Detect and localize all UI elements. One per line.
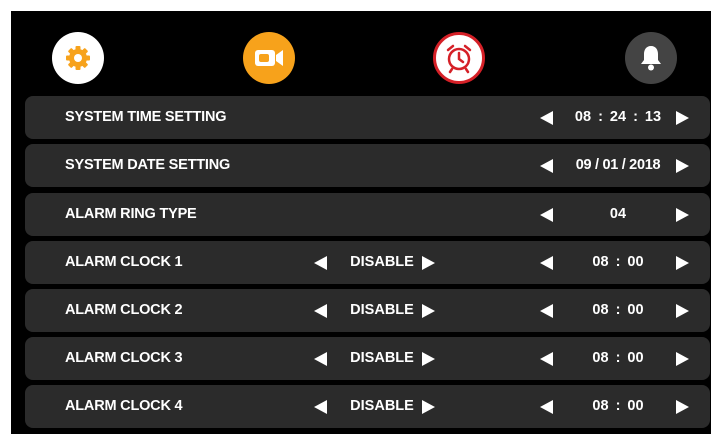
row-label: ALARM CLOCK 2	[65, 302, 183, 318]
time-decrease-arrow-icon[interactable]	[540, 256, 553, 270]
time-increase-arrow-icon[interactable]	[676, 304, 689, 318]
decrease-arrow-icon[interactable]	[540, 159, 553, 173]
status-increase-arrow-icon[interactable]	[422, 352, 435, 366]
video-camera-icon	[255, 50, 283, 66]
status-increase-arrow-icon[interactable]	[422, 400, 435, 414]
row-label: ALARM CLOCK 4	[65, 398, 183, 414]
time-value: 08 : 24 : 13	[574, 109, 662, 125]
status-increase-arrow-icon[interactable]	[422, 256, 435, 270]
time-decrease-arrow-icon[interactable]	[540, 400, 553, 414]
time-increase-arrow-icon[interactable]	[676, 256, 689, 270]
settings-screen: SYSTEM TIME SETTING 08 : 24 : 13 SYSTEM …	[11, 11, 711, 434]
decrease-arrow-icon[interactable]	[540, 208, 553, 222]
row-label: SYSTEM DATE SETTING	[65, 157, 231, 173]
system-date-row[interactable]: SYSTEM DATE SETTING 09 / 01 / 2018	[25, 144, 710, 187]
alarm-time-value: 08 : 00	[592, 398, 644, 414]
increase-arrow-icon[interactable]	[676, 111, 689, 125]
gear-icon	[66, 46, 90, 70]
alarm-clock-4-row[interactable]: ALARM CLOCK 4 DISABLE 08 : 00	[25, 385, 710, 428]
alarm-clock-3-row[interactable]: ALARM CLOCK 3 DISABLE 08 : 00	[25, 337, 710, 380]
alarm-status-value: DISABLE	[350, 398, 414, 414]
alarm-time-value: 08 : 00	[592, 350, 644, 366]
time-increase-arrow-icon[interactable]	[676, 400, 689, 414]
alarm-status-value: DISABLE	[350, 350, 414, 366]
alarm-time-value: 08 : 00	[592, 302, 644, 318]
row-label: ALARM CLOCK 3	[65, 350, 183, 366]
increase-arrow-icon[interactable]	[676, 159, 689, 173]
alarm-clock-2-row[interactable]: ALARM CLOCK 2 DISABLE 08 : 00	[25, 289, 710, 332]
status-decrease-arrow-icon[interactable]	[314, 256, 327, 270]
alarm-clock-1-row[interactable]: ALARM CLOCK 1 DISABLE 08 : 00	[25, 241, 710, 284]
ring-type-value: 04	[609, 206, 627, 222]
alarm-clock-icon	[446, 44, 472, 74]
alarm-time-value: 08 : 00	[592, 254, 644, 270]
increase-arrow-icon[interactable]	[676, 208, 689, 222]
row-label: ALARM RING TYPE	[65, 206, 197, 222]
video-tab[interactable]	[243, 32, 295, 84]
alarm-status-value: DISABLE	[350, 254, 414, 270]
status-decrease-arrow-icon[interactable]	[314, 304, 327, 318]
status-decrease-arrow-icon[interactable]	[314, 400, 327, 414]
row-label: ALARM CLOCK 1	[65, 254, 183, 270]
notification-tab[interactable]	[625, 32, 677, 84]
date-value: 09 / 01 / 2018	[575, 157, 661, 173]
time-decrease-arrow-icon[interactable]	[540, 304, 553, 318]
status-increase-arrow-icon[interactable]	[422, 304, 435, 318]
top-tab-bar	[11, 11, 711, 93]
status-decrease-arrow-icon[interactable]	[314, 352, 327, 366]
alarm-status-value: DISABLE	[350, 302, 414, 318]
system-time-row[interactable]: SYSTEM TIME SETTING 08 : 24 : 13	[25, 96, 710, 139]
bell-icon	[641, 46, 661, 71]
settings-tab[interactable]	[52, 32, 104, 84]
time-increase-arrow-icon[interactable]	[676, 352, 689, 366]
alarm-ring-type-row[interactable]: ALARM RING TYPE 04	[25, 193, 710, 236]
time-decrease-arrow-icon[interactable]	[540, 352, 553, 366]
decrease-arrow-icon[interactable]	[540, 111, 553, 125]
row-label: SYSTEM TIME SETTING	[65, 109, 227, 125]
alarm-tab[interactable]	[433, 32, 485, 84]
